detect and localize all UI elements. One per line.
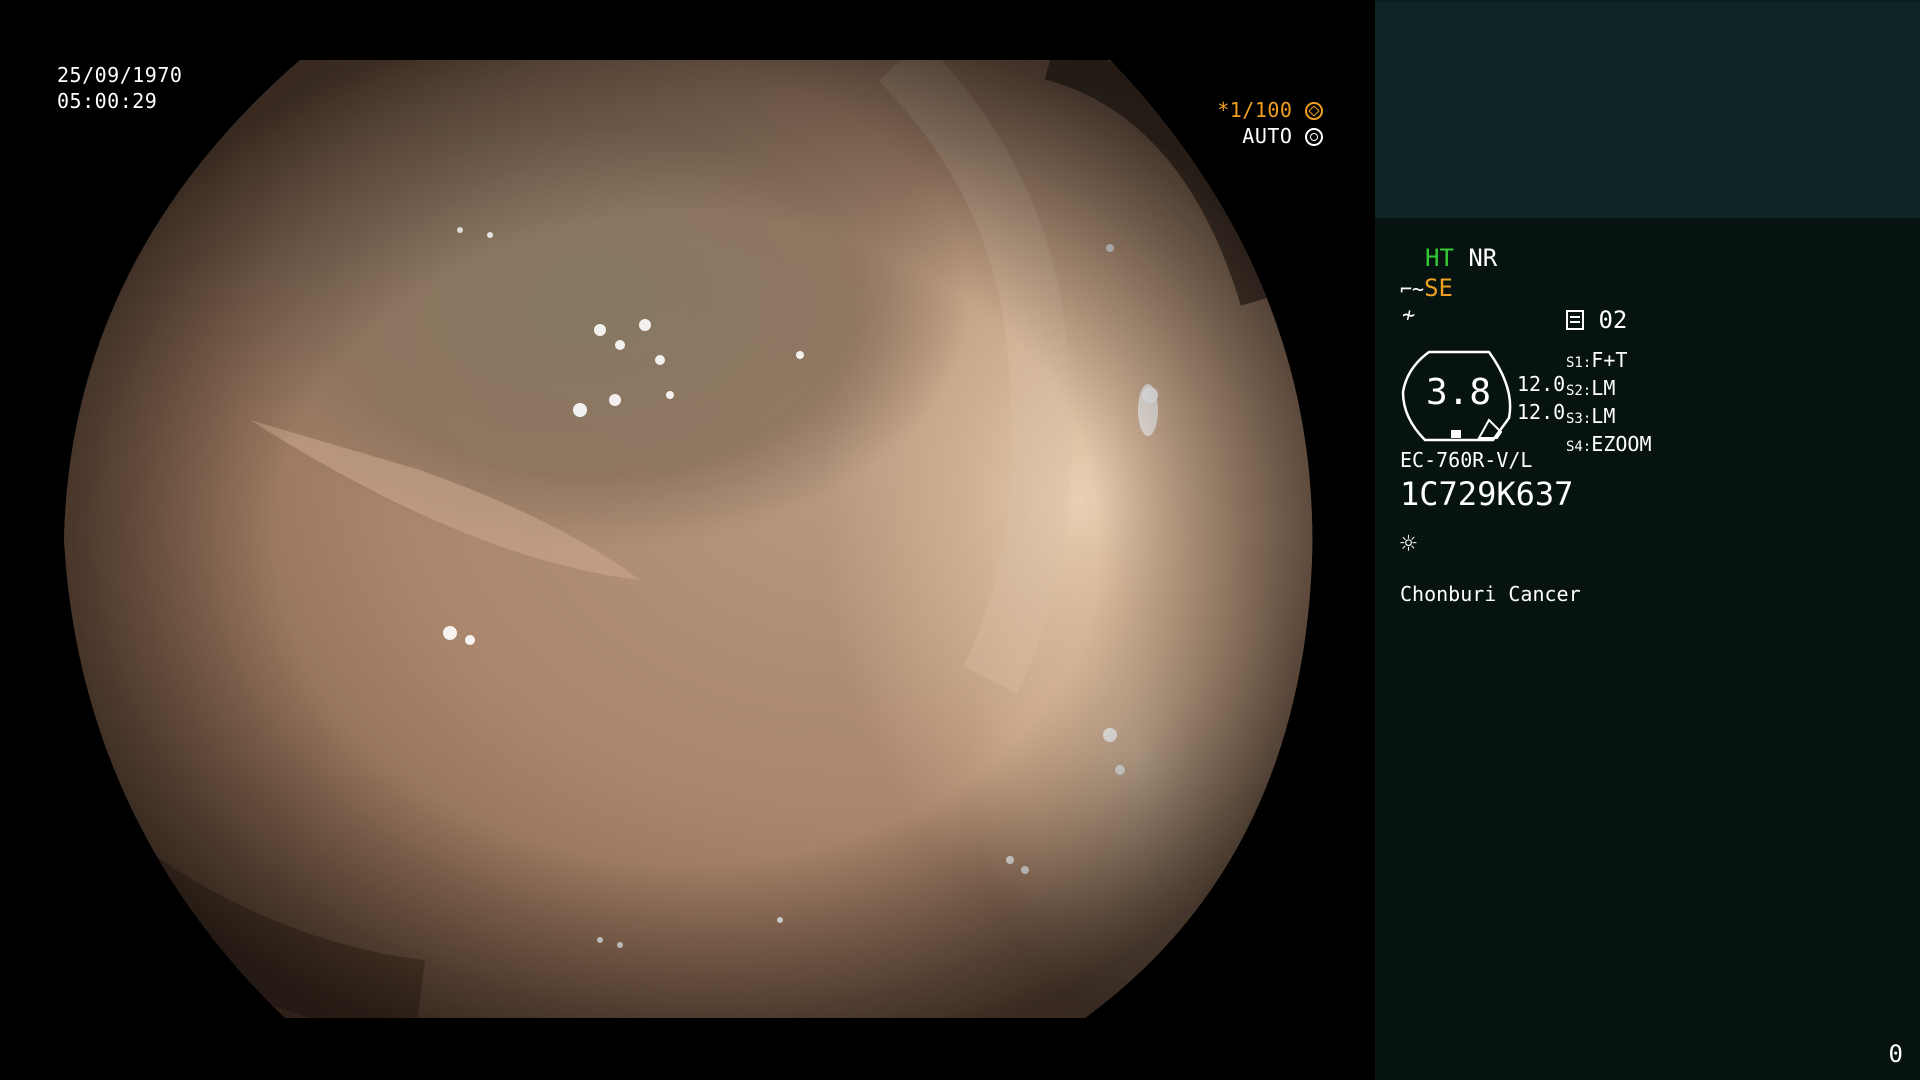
panel-header-area bbox=[1375, 0, 1920, 218]
endoscope-viewport: 25/09/1970 05:00:29 *1/100 AUTO bbox=[0, 0, 1375, 1080]
processing-modes: HT NR bbox=[1425, 244, 1497, 272]
switch-row: S2:LM bbox=[1566, 376, 1616, 400]
value-2: 12.0 bbox=[1517, 400, 1566, 424]
switch-row: S3:LM bbox=[1566, 404, 1616, 428]
status-panel: HT NR ⌐~SE ≁ 02 3.8 12.0 12.0 S1:F+T S2:… bbox=[1375, 0, 1920, 1080]
light-source-icon: ☼ bbox=[1400, 527, 1417, 560]
endoscopic-image bbox=[64, 60, 1313, 1018]
date-text: 25/09/1970 bbox=[57, 63, 183, 87]
nr-indicator: NR bbox=[1468, 244, 1498, 272]
shutter-speed: *1/100 bbox=[1217, 98, 1293, 122]
scope-switch-list: S1:F+T S2:LM S3:LM S4:EZOOM bbox=[1566, 348, 1652, 460]
structure-enhance-row: ⌐~SE bbox=[1400, 274, 1453, 302]
zoom-value: 3.8 bbox=[1426, 372, 1492, 413]
memory-channel: 02 bbox=[1598, 306, 1628, 334]
switch-row: S4:EZOOM bbox=[1566, 432, 1652, 456]
scope-values: 12.0 12.0 bbox=[1517, 370, 1565, 426]
se-indicator: SE bbox=[1424, 274, 1453, 302]
iris-mode: AUTO bbox=[1242, 124, 1293, 148]
date-time-display: 25/09/1970 05:00:29 bbox=[57, 62, 182, 114]
scope-serial: 1C729K637 bbox=[1400, 475, 1574, 513]
value-1: 12.0 bbox=[1517, 372, 1566, 396]
structure-enhance-icon: ⌐~ bbox=[1400, 277, 1425, 301]
iris-icon bbox=[1305, 128, 1323, 146]
color-tone-icon: ≁ bbox=[1402, 303, 1416, 328]
time-text: 05:00:29 bbox=[57, 89, 158, 113]
memory-row: 02 bbox=[1566, 306, 1627, 334]
institution-name: Chonburi Cancer bbox=[1400, 582, 1581, 606]
exposure-display: *1/100 AUTO bbox=[1217, 97, 1323, 149]
scope-model: EC-760R-V/L bbox=[1400, 448, 1533, 472]
image-counter: 0 bbox=[1888, 1040, 1903, 1068]
ht-indicator: HT bbox=[1425, 244, 1454, 272]
switch-row: S1:F+T bbox=[1566, 348, 1628, 372]
shutter-icon bbox=[1305, 102, 1323, 120]
memory-icon bbox=[1566, 310, 1584, 330]
